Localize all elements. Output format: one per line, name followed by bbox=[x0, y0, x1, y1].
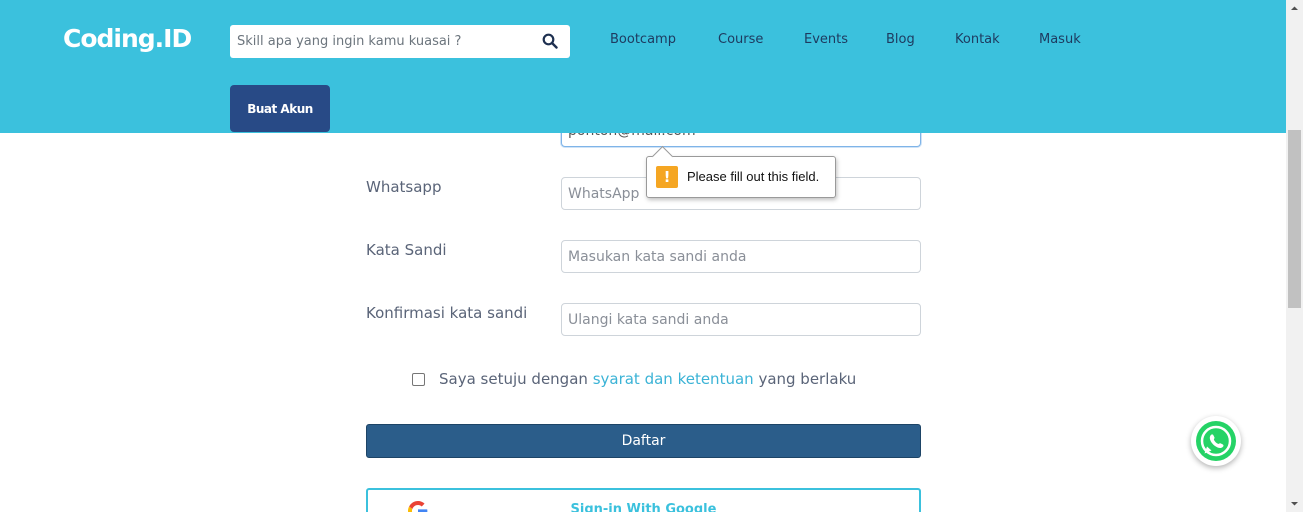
password-label: Kata Sandi bbox=[366, 241, 447, 259]
site-header: Coding.ID Bootcamp Course Events Blog Ko… bbox=[0, 0, 1286, 133]
terms-link[interactable]: syarat dan ketentuan bbox=[593, 370, 754, 388]
agreement-text: Saya setuju dengan syarat dan ketentuan … bbox=[439, 370, 856, 388]
whatsapp-label: Whatsapp bbox=[366, 178, 442, 196]
scroll-up-icon[interactable] bbox=[1286, 0, 1303, 17]
password-field[interactable] bbox=[561, 240, 921, 273]
daftar-button[interactable]: Daftar bbox=[366, 424, 921, 458]
nav-bootcamp[interactable]: Bootcamp bbox=[610, 32, 676, 47]
nav-kontak[interactable]: Kontak bbox=[955, 32, 1000, 47]
page-scrollbar[interactable] bbox=[1286, 0, 1303, 512]
agreement-suffix: yang berlaku bbox=[758, 370, 857, 388]
nav-events[interactable]: Events bbox=[804, 32, 848, 47]
google-signin-label: Sign-in With Google bbox=[570, 502, 717, 512]
validation-message: Please fill out this field. bbox=[687, 169, 820, 184]
site-logo[interactable]: Coding.ID bbox=[63, 24, 192, 53]
scroll-down-icon[interactable] bbox=[1286, 495, 1303, 512]
agreement-prefix: Saya setuju dengan bbox=[439, 370, 588, 388]
whatsapp-icon bbox=[1196, 421, 1236, 461]
google-signin-button[interactable]: Sign-in With Google bbox=[366, 488, 921, 512]
search-input[interactable] bbox=[230, 25, 530, 58]
nav-course[interactable]: Course bbox=[718, 32, 763, 47]
warning-icon: ! bbox=[656, 166, 678, 188]
search-icon[interactable] bbox=[542, 33, 558, 49]
validation-tooltip: ! Please fill out this field. bbox=[646, 156, 836, 198]
search-bar bbox=[230, 25, 570, 58]
agreement-checkbox[interactable] bbox=[412, 373, 425, 386]
confirm-password-label: Konfirmasi kata sandi bbox=[366, 304, 528, 322]
nav-blog[interactable]: Blog bbox=[886, 32, 915, 47]
buat-akun-button[interactable]: Buat Akun bbox=[230, 85, 330, 132]
whatsapp-float-button[interactable] bbox=[1191, 416, 1241, 466]
scrollbar-thumb[interactable] bbox=[1288, 130, 1301, 308]
confirm-password-field[interactable] bbox=[561, 303, 921, 336]
nav-masuk[interactable]: Masuk bbox=[1039, 32, 1081, 47]
